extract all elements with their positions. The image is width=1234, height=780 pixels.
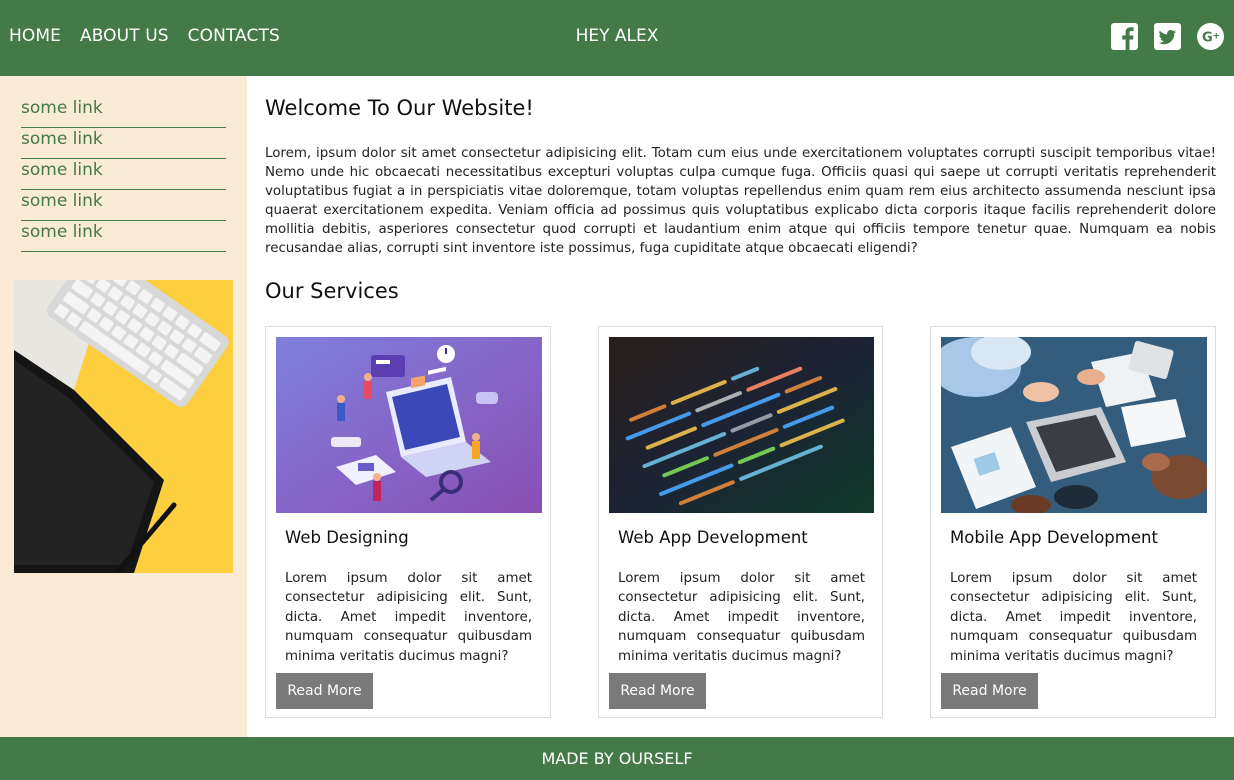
sidebar-link[interactable]: some link — [21, 97, 226, 128]
service-description: Lorem ipsum dolor sit amet consectetur a… — [618, 571, 865, 664]
nav-contacts-link[interactable]: CONTACTS — [188, 26, 280, 46]
service-description: Lorem ipsum dolor sit amet consectetur a… — [285, 571, 532, 664]
service-card-web-app-development: Web App Development Lorem ipsum dolor si… — [598, 326, 883, 718]
page-title: Welcome To Our Website! — [265, 96, 534, 120]
sidebar-image — [14, 280, 233, 573]
web-design-illustration — [276, 337, 542, 513]
service-title: Mobile App Development — [950, 528, 1158, 547]
service-card-web-designing: Web Designing Lorem ipsum dolor sit amet… — [265, 326, 551, 718]
code-screen-photo — [609, 337, 874, 513]
footer-text: MADE BY OURSELF — [541, 749, 693, 768]
sidebar-link[interactable]: some link — [21, 128, 226, 159]
intro-paragraph: Lorem, ipsum dolor sit amet consectetur … — [265, 146, 1216, 256]
service-description: Lorem ipsum dolor sit amet consectetur a… — [950, 571, 1197, 664]
user-greeting: HEY ALEX — [575, 26, 659, 46]
site-header: HOME ABOUT US CONTACTS HEY ALEX G + — [0, 0, 1234, 76]
read-more-button[interactable]: Read More — [609, 673, 706, 709]
sidebar-link[interactable]: some link — [21, 159, 226, 190]
services-heading: Our Services — [265, 279, 399, 303]
sidebar-link[interactable]: some link — [21, 190, 226, 221]
facebook-icon[interactable] — [1111, 23, 1138, 50]
site-footer: MADE BY OURSELF — [0, 737, 1234, 780]
google-plus-icon[interactable]: G + — [1197, 23, 1224, 50]
read-more-button[interactable]: Read More — [276, 673, 373, 709]
read-more-button[interactable]: Read More — [941, 673, 1038, 709]
twitter-icon[interactable] — [1154, 23, 1181, 50]
social-links: G + — [1111, 23, 1224, 50]
sidebar: some link some link some link some link … — [0, 76, 247, 737]
business-meeting-photo — [941, 337, 1207, 513]
service-title: Web App Development — [618, 528, 808, 547]
service-title: Web Designing — [285, 528, 409, 547]
svg-text:+: + — [1213, 32, 1221, 42]
sidebar-links: some link some link some link some link … — [21, 97, 226, 252]
svg-text:G: G — [1202, 31, 1213, 46]
main-nav: HOME ABOUT US CONTACTS — [9, 26, 280, 46]
nav-home-link[interactable]: HOME — [9, 26, 61, 46]
sidebar-link[interactable]: some link — [21, 221, 226, 252]
service-card-mobile-app-development: Mobile App Development Lorem ipsum dolor… — [930, 326, 1216, 718]
nav-about-link[interactable]: ABOUT US — [80, 26, 169, 46]
